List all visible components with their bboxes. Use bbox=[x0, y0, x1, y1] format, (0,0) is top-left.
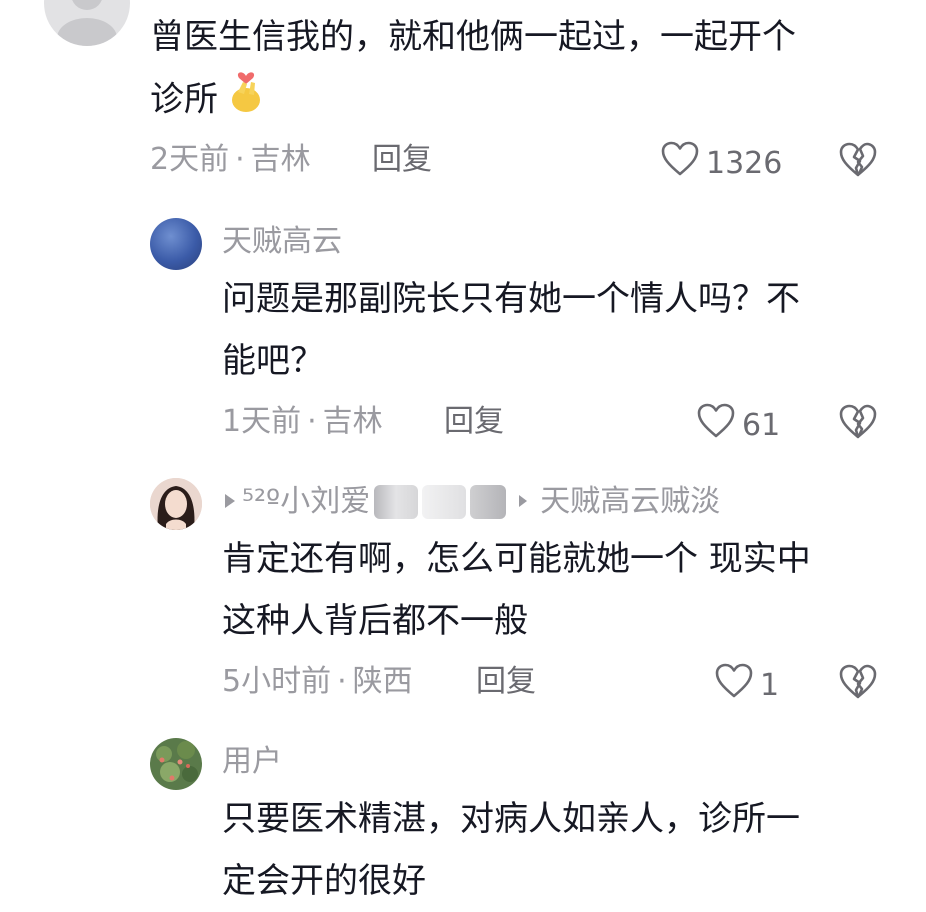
comment-meta: 2天前 · 吉林 bbox=[150, 142, 311, 178]
comment-text-line: 问题是那副院长只有她一个情人吗？不 bbox=[222, 279, 800, 319]
comment-location: 陕西 bbox=[352, 664, 413, 699]
dislike-button[interactable] bbox=[838, 402, 878, 442]
comment-text-line: 只要医术精湛，对病人如亲人，诊所一 bbox=[222, 799, 800, 839]
comment-text: 肯定还有啊，怎么可能就她一个 现实中 这种人背后都不一般 bbox=[222, 528, 902, 652]
like-count: 1 bbox=[760, 667, 780, 703]
broken-heart-icon bbox=[838, 664, 878, 706]
reply-item: 用户 只要医术精湛，对病人如亲人，诊所一 定会开的很好 bbox=[0, 730, 926, 909]
meta-separator: · bbox=[337, 664, 347, 699]
comment-text-line: 能吧？ bbox=[222, 341, 324, 381]
reply-item: ⁵²º小刘爱 天贼高云贼淡 肯定还有啊，怎么可能就她一个 现实中 这种人背后都不… bbox=[0, 470, 926, 720]
like-button[interactable]: 61 bbox=[696, 402, 780, 449]
comment-text: 曾医生信我的，就和他俩一起过，一起开个 诊所 bbox=[150, 6, 890, 134]
comment-text-line: 这种人背后都不一般 bbox=[222, 601, 528, 641]
play-small-icon bbox=[222, 484, 238, 520]
like-count: 1326 bbox=[706, 145, 783, 181]
reply-arrow-icon bbox=[516, 484, 530, 520]
username[interactable]: 用户 bbox=[222, 744, 278, 780]
comment-time: 2天前 bbox=[150, 142, 230, 177]
reply-button[interactable]: 回复 bbox=[372, 142, 432, 178]
heart-outline-icon bbox=[696, 402, 736, 449]
comment-item: 曾医生信我的，就和他俩一起过，一起开个 诊所 2天前 · 吉林 回复 1326 bbox=[0, 0, 926, 200]
comment-text: 只要医术精湛，对病人如亲人，诊所一 定会开的很好 bbox=[222, 788, 902, 912]
comment-text-line: 定会开的很好 bbox=[222, 861, 426, 901]
reply-button[interactable]: 回复 bbox=[476, 664, 536, 700]
comment-text-line: 诊所 bbox=[150, 68, 890, 134]
comment-text: 问题是那副院长只有她一个情人吗？不 能吧？ bbox=[222, 268, 882, 392]
reply-item: 天贼高云 问题是那副院长只有她一个情人吗？不 能吧？ 1天前 · 吉林 回复 61 bbox=[0, 210, 926, 460]
broken-heart-icon bbox=[838, 142, 878, 184]
heart-outline-icon bbox=[714, 662, 754, 709]
avatar[interactable] bbox=[150, 738, 202, 790]
avatar[interactable] bbox=[150, 218, 202, 270]
reply-button[interactable]: 回复 bbox=[444, 404, 504, 440]
comment-meta: 1天前 · 吉林 bbox=[222, 404, 383, 440]
comment-meta: 5小时前 · 陕西 bbox=[222, 664, 413, 700]
meta-separator: · bbox=[307, 404, 317, 439]
avatar[interactable] bbox=[150, 478, 202, 530]
comment-location: 吉林 bbox=[322, 404, 383, 439]
reply-target-username[interactable]: 天贼高云贼淡 bbox=[540, 484, 720, 520]
blurred-name-segment bbox=[374, 485, 419, 519]
comment-text-line: 曾医生信我的，就和他俩一起过，一起开个 bbox=[150, 17, 796, 57]
heart-outline-icon bbox=[660, 140, 700, 187]
username-text: ⁵²º小刘爱 bbox=[242, 484, 371, 519]
comment-location: 吉林 bbox=[250, 142, 311, 177]
like-button[interactable]: 1 bbox=[714, 662, 779, 709]
dislike-button[interactable] bbox=[838, 140, 878, 180]
meta-separator: · bbox=[235, 142, 245, 177]
finger-heart-emoji-icon bbox=[229, 68, 263, 134]
avatar[interactable] bbox=[44, 0, 130, 46]
comment-text-line: 肯定还有啊，怎么可能就她一个 现实中 bbox=[222, 539, 811, 579]
blurred-name-segment bbox=[470, 485, 507, 519]
like-count: 61 bbox=[742, 407, 781, 443]
username[interactable]: ⁵²º小刘爱 天贼高云贼淡 bbox=[222, 484, 720, 520]
like-button[interactable]: 1326 bbox=[660, 140, 782, 187]
blurred-name-segment bbox=[422, 485, 467, 519]
dislike-button[interactable] bbox=[838, 662, 878, 702]
username[interactable]: 天贼高云 bbox=[222, 224, 342, 260]
comment-time: 1天前 bbox=[222, 404, 302, 439]
comment-time: 5小时前 bbox=[222, 664, 332, 699]
broken-heart-icon bbox=[838, 404, 878, 446]
